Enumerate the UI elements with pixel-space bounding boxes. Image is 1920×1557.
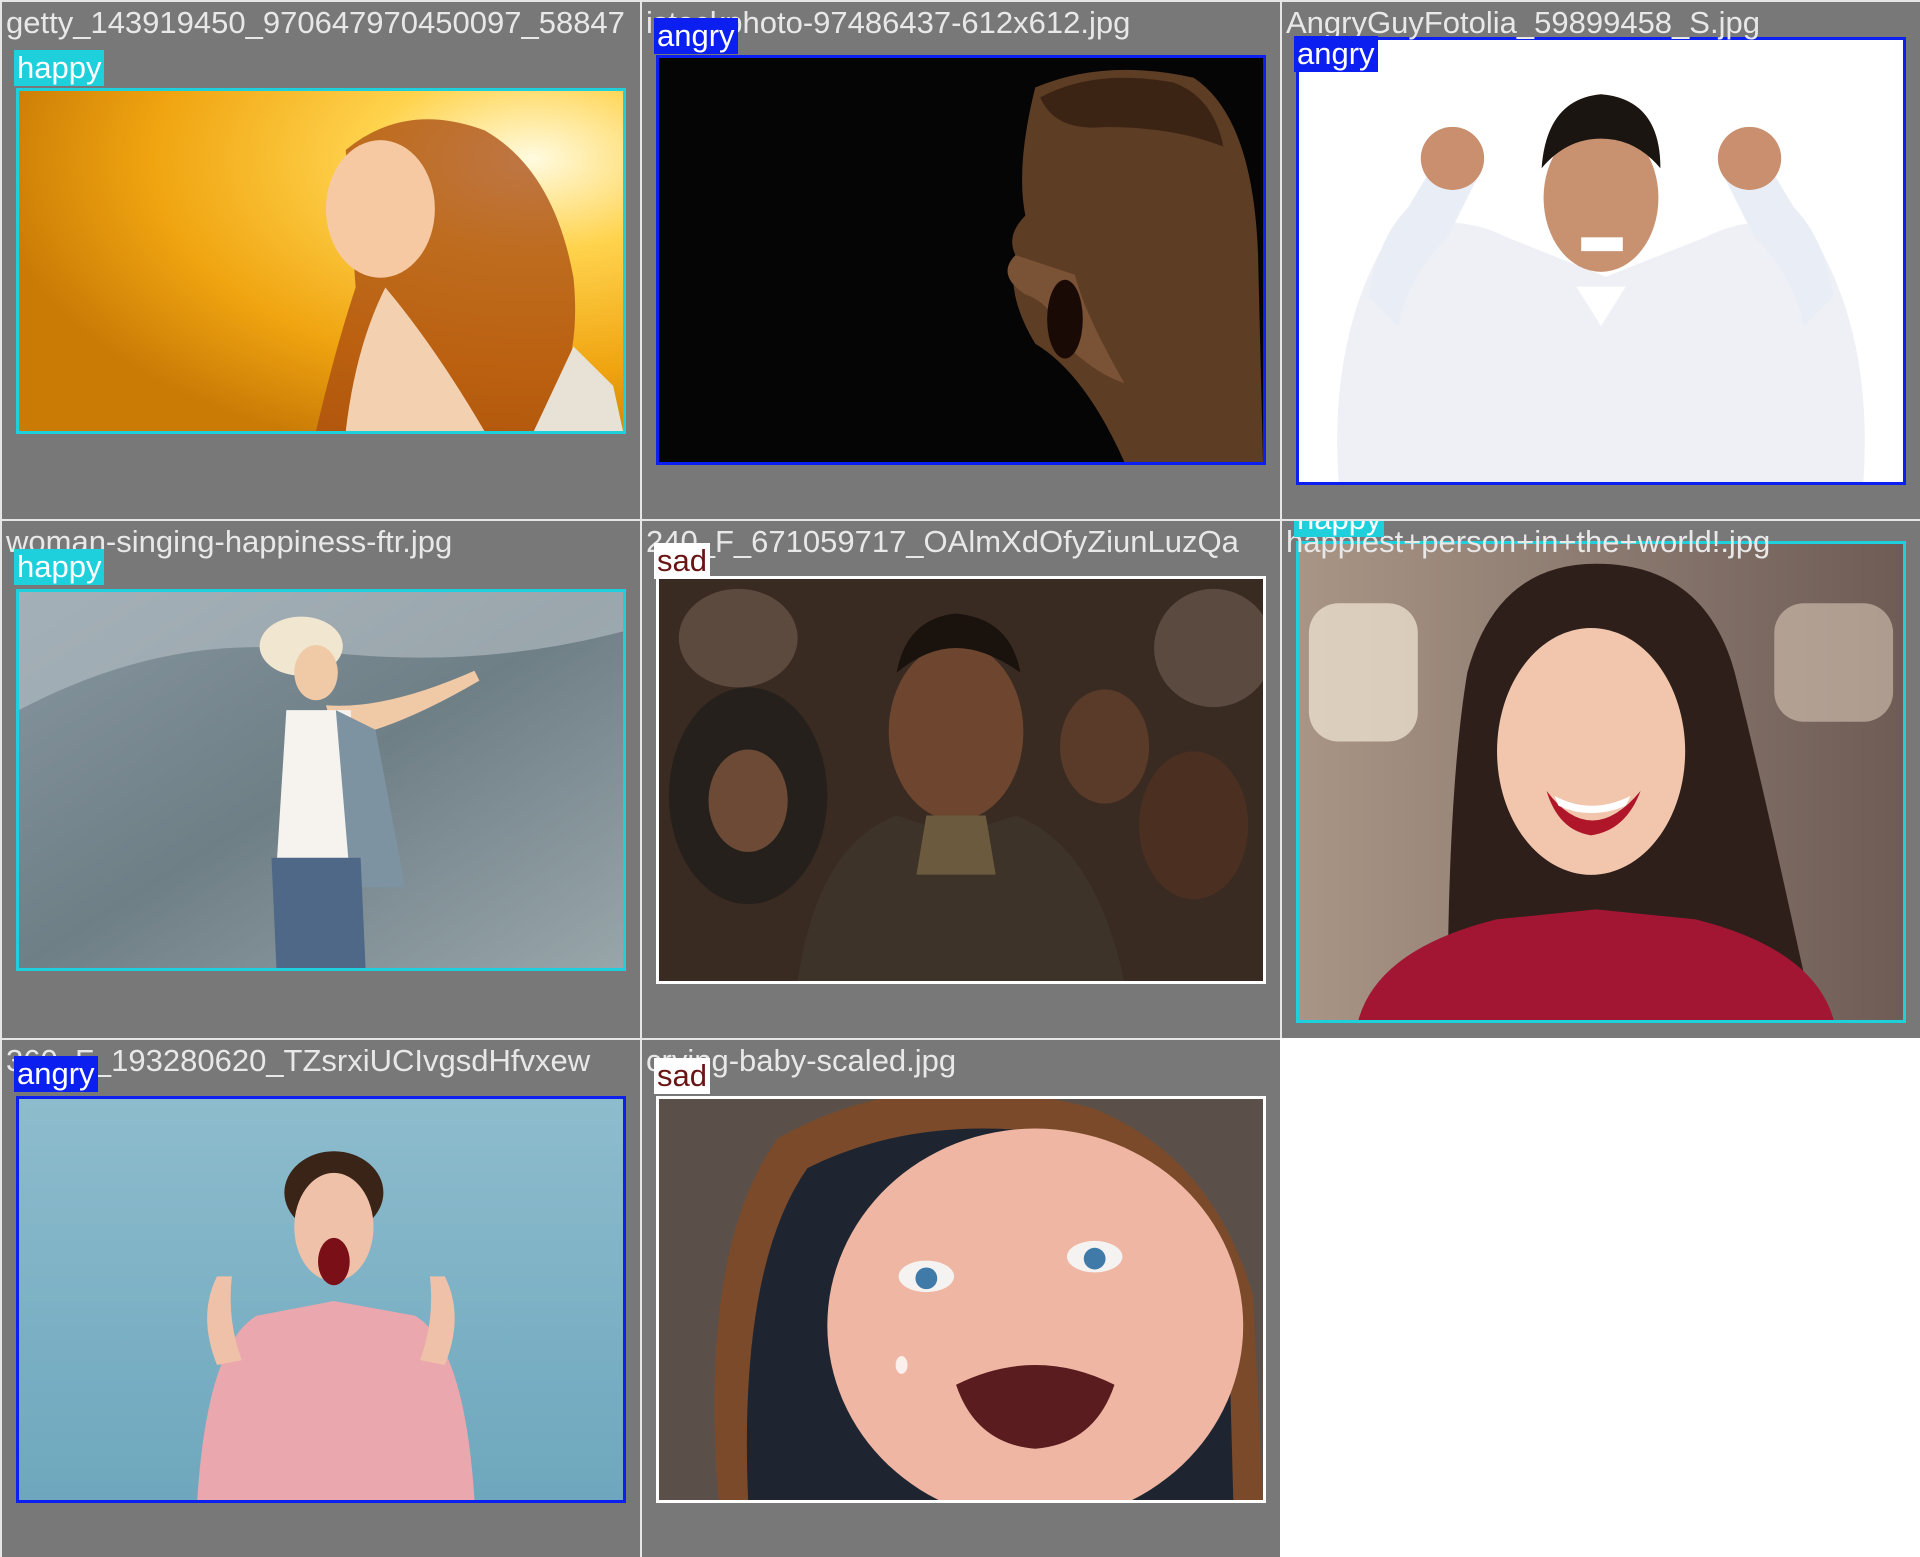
- crying-baby-photo: [656, 1096, 1266, 1503]
- tile-7[interactable]: crying-baby-scaled.jpg sad: [640, 1038, 1280, 1557]
- label-tag: angry: [654, 18, 738, 54]
- label-tag: sad: [654, 543, 710, 579]
- tile-2[interactable]: AngryGuyFotolia_59899458_S.jpg angry: [1280, 0, 1920, 519]
- label-tag: angry: [1294, 36, 1378, 72]
- screaming-woman-photo: [16, 1096, 626, 1503]
- tile-1[interactable]: istockphoto-97486437-612x612.jpg angry: [640, 0, 1280, 519]
- woman-in-sunlight-photo: [16, 88, 626, 434]
- woman-open-arms-photo: [16, 589, 626, 971]
- tile-filename: AngryGuyFotolia_59899458_S.jpg: [1286, 5, 1760, 40]
- angry-man-fists-photo: [1296, 37, 1906, 485]
- laughing-woman-photo: [1296, 541, 1906, 1023]
- tile-6[interactable]: 360_F_193280620_TZsrxiUCIvgsdHfvxew angr…: [0, 1038, 640, 1557]
- label-tag: sad: [654, 1058, 710, 1094]
- tile-0[interactable]: getty_143919450_970647970450097_58847 ha…: [0, 0, 640, 519]
- label-tag: angry: [14, 1056, 98, 1092]
- tile-5[interactable]: happiest+person+in+the+world!.jpg: [1280, 519, 1920, 1038]
- label-tag: happy: [14, 549, 105, 585]
- tile-3[interactable]: woman-singing-happiness-ftr.jpg happy: [0, 519, 640, 1038]
- tile-filename: 240_F_671059717_OAlmXdOfyZiunLuzQa: [646, 524, 1239, 559]
- label-tag: happy: [14, 50, 105, 86]
- shouting-man-photo: [656, 55, 1266, 465]
- sad-man-crowd-photo: [656, 576, 1266, 984]
- image-grid: getty_143919450_970647970450097_58847 ha…: [0, 0, 1920, 1557]
- label-tag: happy: [1294, 521, 1385, 537]
- tile-4[interactable]: 240_F_671059717_OAlmXdOfyZiunLuzQa sad: [640, 519, 1280, 1038]
- tile-filename: getty_143919450_970647970450097_58847: [6, 5, 625, 40]
